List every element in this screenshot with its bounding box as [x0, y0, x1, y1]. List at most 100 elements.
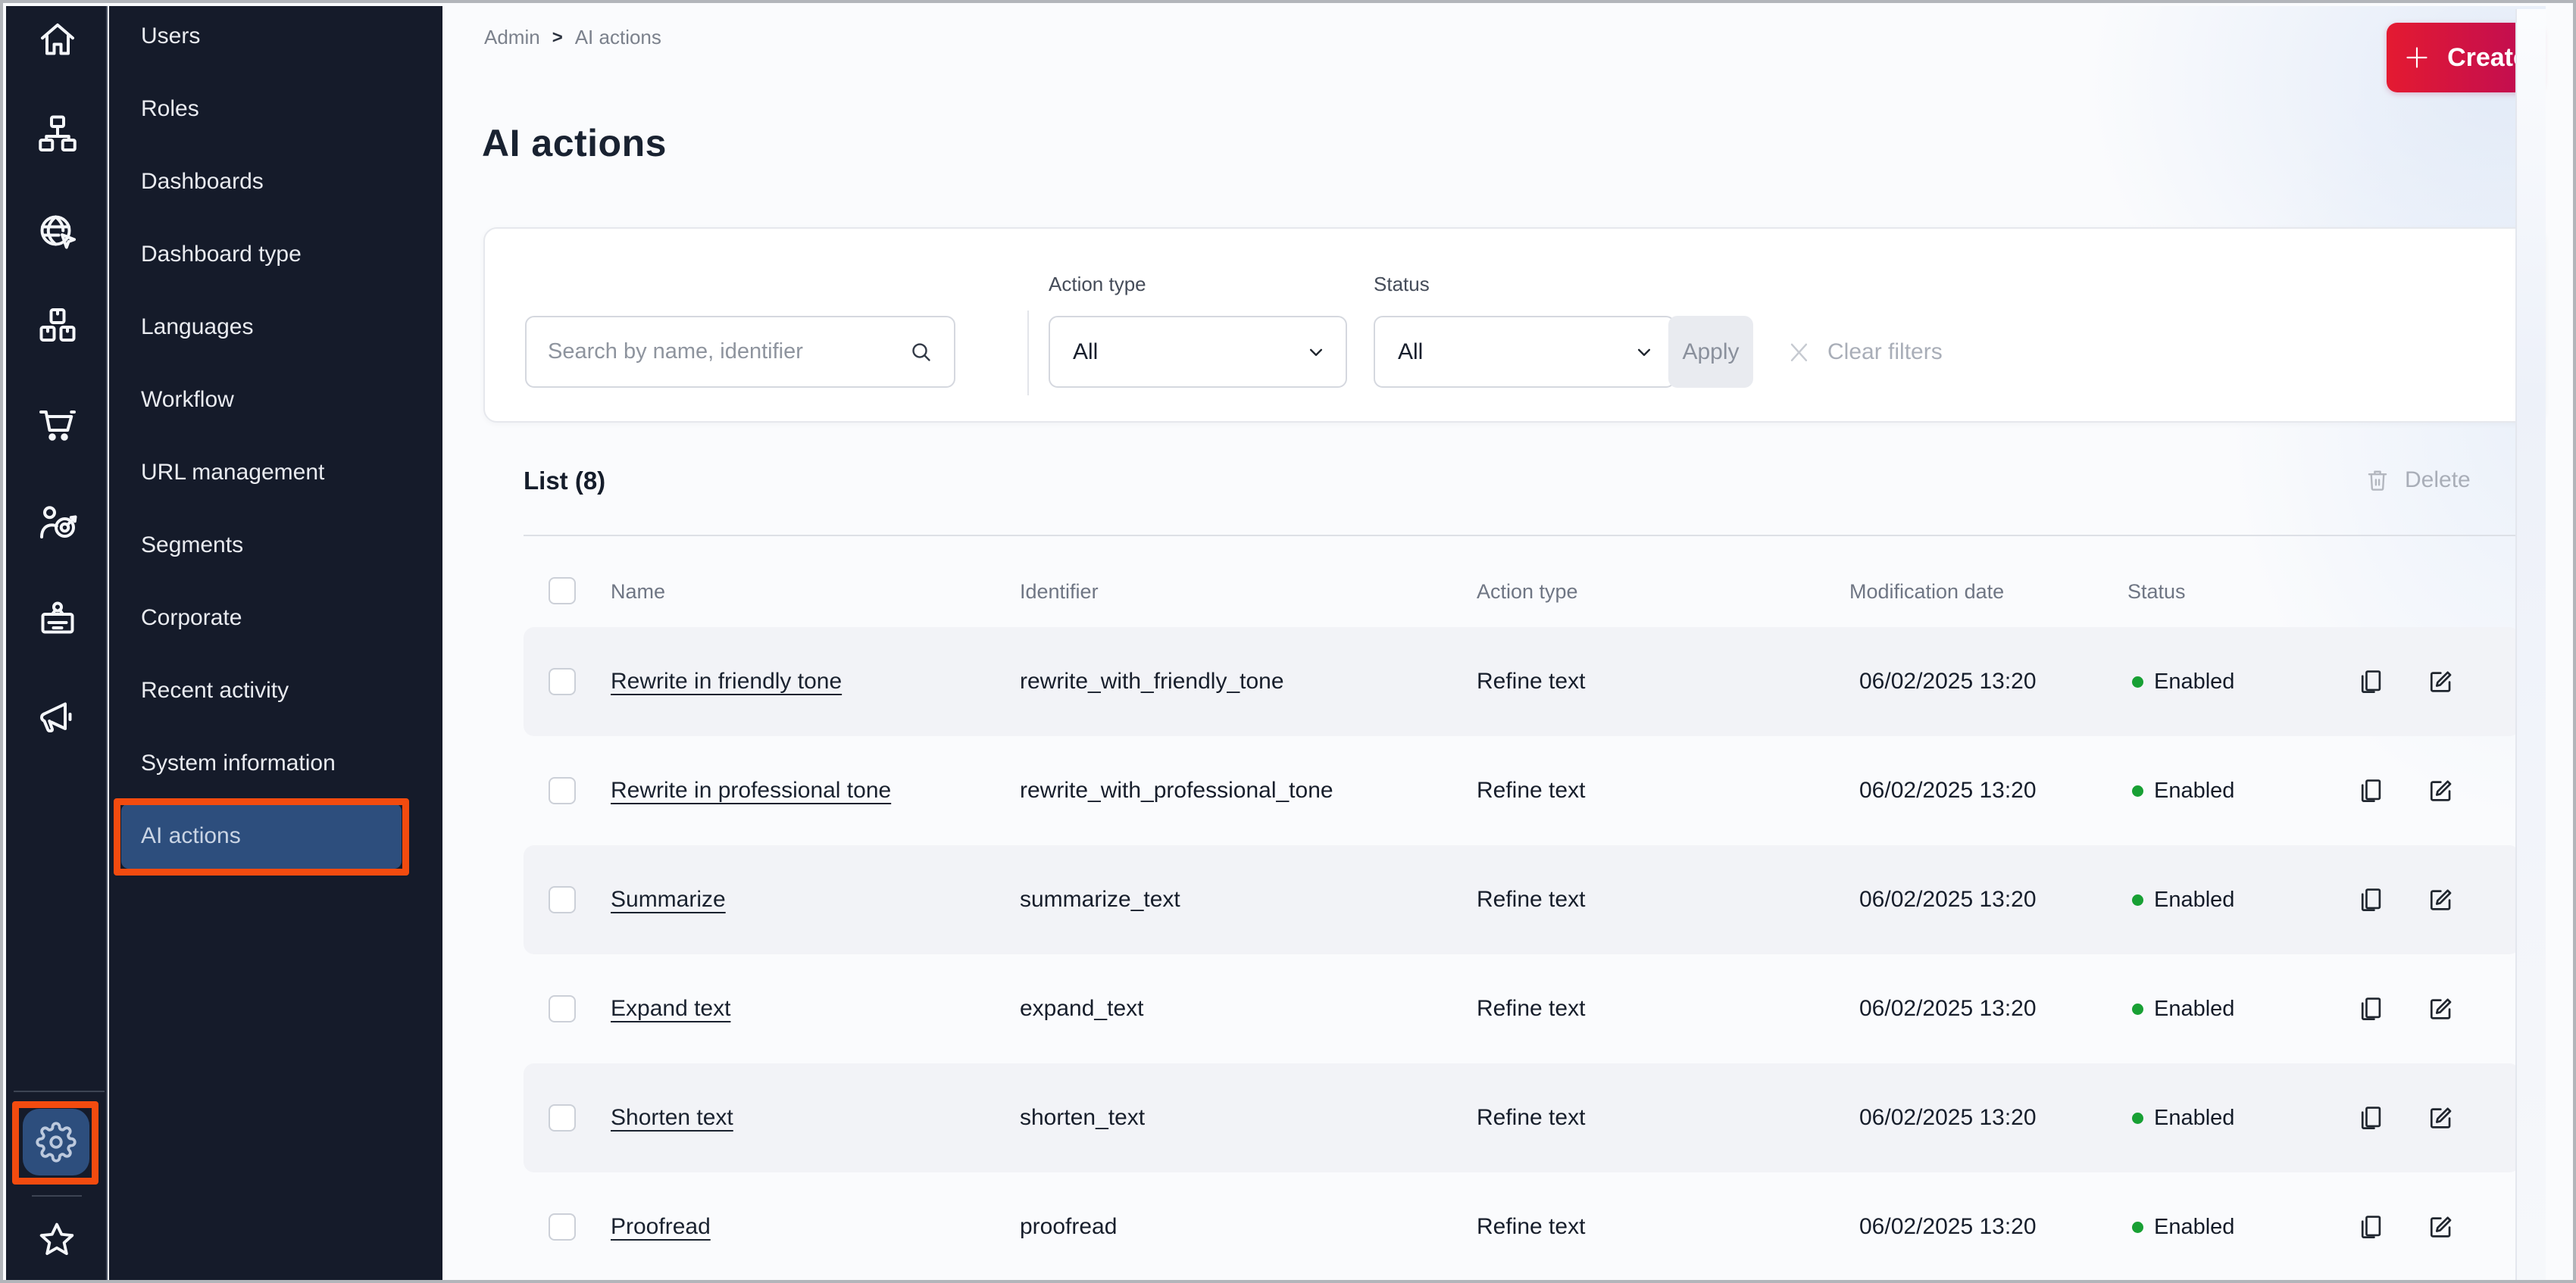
apply-button[interactable]: Apply: [1668, 316, 1753, 388]
row-checkbox[interactable]: [549, 1213, 576, 1241]
sidebar-menu-item[interactable]: Workflow: [109, 367, 442, 433]
breadcrumb-separator: >: [552, 27, 563, 48]
search-field: [525, 316, 955, 388]
row-checkbox[interactable]: [549, 777, 576, 804]
sidebar-menu: Users Roles Dashboards Dashboard type La…: [109, 3, 442, 1280]
sidebar-menu-item[interactable]: Dashboards: [109, 148, 442, 215]
status-label-text: Enabled: [2154, 669, 2235, 694]
main-content: Admin > AI actions Create AI actions Act…: [442, 6, 2546, 1280]
sidebar-menu-item[interactable]: Corporate: [109, 585, 442, 651]
row-identifier: shorten_text: [1020, 1105, 1146, 1130]
row-checkbox[interactable]: [549, 668, 576, 695]
status-label-text: Enabled: [2154, 996, 2235, 1021]
home-icon[interactable]: [35, 17, 80, 62]
sidebar-menu-item[interactable]: Languages: [109, 294, 442, 361]
search-input[interactable]: [527, 339, 908, 364]
status-value: All: [1398, 339, 1424, 364]
row-checkbox[interactable]: [549, 995, 576, 1022]
sidebar-menu-item[interactable]: Roles: [109, 76, 442, 142]
status-label: Status: [1374, 273, 1430, 295]
duplicate-icon[interactable]: [2356, 885, 2385, 914]
duplicate-icon[interactable]: [2356, 1104, 2385, 1132]
edit-icon[interactable]: [2426, 994, 2455, 1023]
sitemap-icon[interactable]: [35, 111, 80, 157]
duplicate-icon[interactable]: [2356, 667, 2385, 696]
column-header-status: Status: [2127, 580, 2186, 603]
row-checkbox[interactable]: [549, 1104, 576, 1132]
edit-icon[interactable]: [2426, 885, 2455, 914]
sidebar-menu-item[interactable]: AI actions: [109, 803, 442, 869]
clear-filters-button[interactable]: Clear filters: [1785, 316, 1943, 388]
status-label-text: Enabled: [2154, 887, 2235, 912]
sidebar-menu-item-label: Corporate: [141, 605, 242, 630]
globe-pointer-icon[interactable]: [35, 210, 80, 255]
breadcrumb-admin[interactable]: Admin: [484, 26, 540, 49]
row-modification-date: 06/02/2025 13:20: [1859, 996, 2037, 1021]
row-action-type: Refine text: [1477, 1214, 1586, 1239]
table-row: Expand text expand_text Refine text 06/0…: [524, 954, 2520, 1063]
row-action-type: Refine text: [1477, 669, 1586, 694]
packages-icon[interactable]: [35, 304, 80, 349]
chevron-down-icon: [1309, 348, 1323, 356]
star-icon[interactable]: [35, 1218, 79, 1262]
select-all-checkbox[interactable]: [549, 577, 576, 604]
row-identifier: rewrite_with_friendly_tone: [1020, 669, 1284, 694]
plus-icon: [2406, 47, 2428, 68]
row-modification-date: 06/02/2025 13:20: [1859, 887, 2037, 912]
row-name-link[interactable]: Rewrite in professional tone: [611, 736, 891, 845]
row-modification-date: 06/02/2025 13:20: [1859, 1105, 2037, 1130]
row-action-type: Refine text: [1477, 996, 1586, 1021]
duplicate-icon[interactable]: [2356, 776, 2385, 805]
sidebar-menu-item-label: Segments: [141, 532, 244, 557]
status-dot: [2132, 1003, 2143, 1015]
shopping-cart-icon[interactable]: [35, 402, 80, 448]
edit-icon[interactable]: [2426, 1213, 2455, 1241]
sidebar-menu-item-box: Users: [121, 4, 402, 69]
duplicate-icon[interactable]: [2356, 1213, 2385, 1241]
sidebar-menu-item[interactable]: Segments: [109, 512, 442, 579]
row-name-link[interactable]: Summarize: [611, 845, 726, 954]
duplicate-icon[interactable]: [2356, 994, 2385, 1023]
row-identifier: summarize_text: [1020, 887, 1180, 912]
table-row: Shorten text shorten_text Refine text 06…: [524, 1063, 2520, 1172]
status-dot: [2132, 676, 2143, 688]
row-name-link[interactable]: Rewrite in friendly tone: [611, 627, 842, 736]
edit-icon[interactable]: [2426, 1104, 2455, 1132]
edit-icon[interactable]: [2426, 776, 2455, 805]
status-badge: Enabled: [2132, 1063, 2234, 1172]
status-badge: Enabled: [2132, 1172, 2234, 1280]
status-label-text: Enabled: [2154, 1105, 2235, 1130]
sidebar-menu-item-label: URL management: [141, 460, 325, 485]
sidebar-menu-item[interactable]: Users: [109, 3, 442, 70]
row-name-link[interactable]: Shorten text: [611, 1063, 733, 1172]
row-name-link[interactable]: Proofread: [611, 1172, 711, 1280]
edit-icon[interactable]: [2426, 667, 2455, 696]
sidebar-menu-item[interactable]: Recent activity: [109, 657, 442, 724]
row-checkbox[interactable]: [549, 886, 576, 913]
sidebar-menu-item-label: AI actions: [141, 823, 241, 848]
row-name-link[interactable]: Expand text: [611, 954, 730, 1063]
scrollbar-track[interactable]: [2515, 9, 2546, 1280]
sidebar-menu-item[interactable]: Dashboard type: [109, 221, 442, 288]
sidebar-menu-item[interactable]: URL management: [109, 439, 442, 506]
table-row: Summarize summarize_text Refine text 06/…: [524, 845, 2520, 954]
id-badge-icon[interactable]: [35, 598, 80, 643]
audience-target-icon[interactable]: [35, 501, 80, 546]
status-dot: [2132, 1112, 2143, 1124]
action-type-dropdown[interactable]: All: [1049, 316, 1347, 388]
filter-divider: [1027, 311, 1029, 395]
status-label-text: Enabled: [2154, 778, 2235, 803]
rail-divider-short: [32, 1195, 82, 1197]
sidebar-menu-item-box: Roles: [121, 76, 402, 142]
delete-button[interactable]: Delete: [2364, 467, 2471, 494]
column-header-name: Name: [611, 580, 666, 603]
status-badge: Enabled: [2132, 954, 2234, 1063]
sidebar-menu-item[interactable]: System information: [109, 730, 442, 797]
sidebar-menu-item-label: System information: [141, 751, 336, 776]
settings-gear-button[interactable]: [23, 1109, 89, 1175]
status-dropdown[interactable]: All: [1374, 316, 1675, 388]
sidebar-menu-item-box: Segments: [121, 513, 402, 578]
sidebar-menu-item-box: Dashboards: [121, 149, 402, 214]
megaphone-icon[interactable]: [35, 695, 80, 740]
status-badge: Enabled: [2132, 845, 2234, 954]
